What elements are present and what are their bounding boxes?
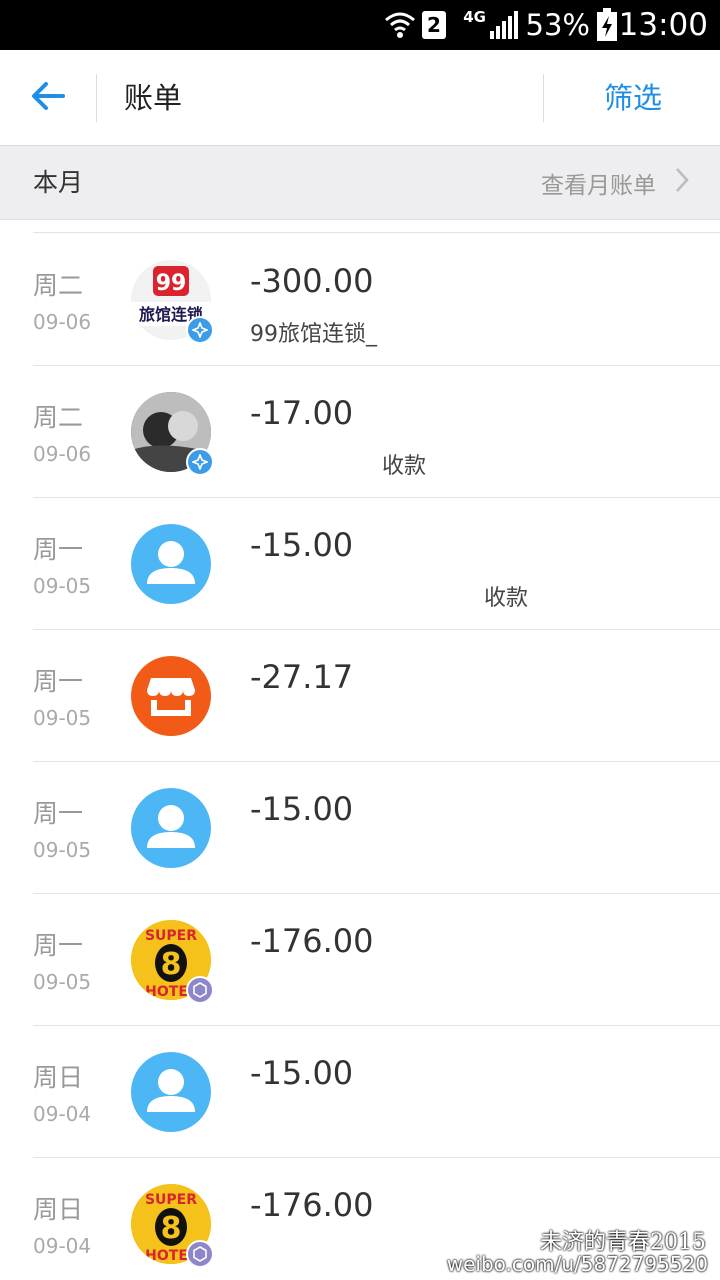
svg-text:SUPER: SUPER [145, 928, 197, 944]
svg-text:SUPER: SUPER [145, 1192, 197, 1208]
verified-badge-icon [186, 976, 214, 1004]
back-button[interactable] [0, 50, 96, 146]
transaction-description: 收款 [484, 586, 529, 611]
date-label: 09-06 [33, 310, 92, 334]
verified-badge-icon [186, 1240, 214, 1268]
header-divider [96, 74, 97, 122]
transaction-row[interactable]: 周日 09-04 -15.00 [0, 1026, 720, 1158]
weekday-label: 周二 [33, 271, 84, 300]
date-label: 09-04 [33, 1234, 92, 1258]
amount: -176.00 [250, 1186, 374, 1224]
battery-percent: 53% [525, 8, 590, 42]
verified-badge-icon [186, 316, 214, 344]
shop-store-avatar [131, 656, 211, 736]
weekday-label: 周二 [33, 403, 84, 432]
verified-badge-icon [186, 448, 214, 476]
arrow-left-icon [30, 81, 66, 115]
date-label: 09-06 [33, 442, 92, 466]
svg-text:8: 8 [161, 947, 182, 982]
date-label: 09-04 [33, 1102, 92, 1126]
default-person-avatar [131, 524, 211, 604]
weekday-label: 周一 [33, 931, 84, 960]
battery-charging-icon [596, 0, 618, 50]
amount: -17.00 [250, 394, 354, 432]
amount: -176.00 [250, 922, 374, 960]
transaction-row[interactable]: 周一 09-05 -27.17 [0, 630, 720, 762]
clock: 13:00 [618, 7, 708, 43]
amount: -15.00 [250, 1054, 354, 1092]
weibo-logo-icon [450, 1222, 490, 1254]
date-label: 09-05 [33, 706, 92, 730]
transaction-row[interactable]: 周二 09-06 99 旅馆连锁 -300.00 99旅馆连锁_ [0, 234, 720, 366]
transaction-list: 周二 09-06 99 旅馆连锁 -300.00 99旅馆连锁_ 周二 09-0… [0, 220, 720, 1280]
page-title: 账单 [124, 81, 183, 115]
amount: -15.00 [250, 526, 354, 564]
default-person-avatar [131, 1052, 211, 1132]
signal-icon [490, 0, 520, 50]
month-section-header: 本月 查看月账单 [0, 146, 720, 220]
svg-text:99: 99 [156, 271, 187, 296]
transaction-row[interactable]: 周一 09-05 -15.00 [0, 762, 720, 894]
transaction-description: 99旅馆连锁_ [250, 322, 377, 347]
weekday-label: 周日 [33, 1063, 84, 1092]
transaction-row[interactable]: 周一 09-05 SUPER 8 HOTEL -176.00 [0, 894, 720, 1026]
chevron-right-icon [674, 166, 690, 200]
weibo-watermark: 未济的青春2015 weibo.com/u/5872795520 [412, 1212, 712, 1276]
weekday-label: 周一 [33, 667, 84, 696]
weekday-label: 周日 [33, 1195, 84, 1224]
date-label: 09-05 [33, 574, 92, 598]
filter-button[interactable]: 筛选 [604, 50, 662, 146]
view-monthly-bill-link[interactable]: 查看月账单 [541, 146, 690, 220]
amount: -15.00 [250, 790, 354, 828]
transaction-row[interactable]: 周一 09-05 -15.00 收款 [0, 498, 720, 630]
transaction-row[interactable]: 周二 09-06 -17.00 收款 [0, 366, 720, 498]
sim-slot-badge: 2 [422, 11, 446, 39]
wifi-icon [384, 0, 416, 50]
amount: -27.17 [250, 658, 354, 696]
header-divider [543, 74, 544, 122]
watermark-url: weibo.com/u/5872795520 [446, 1252, 708, 1276]
date-label: 09-05 [33, 970, 92, 994]
status-bar: 2 4G 53% 13:00 [0, 0, 720, 50]
month-label: 本月 [33, 168, 84, 197]
view-monthly-bill-label: 查看月账单 [541, 173, 656, 199]
default-person-avatar [131, 788, 211, 868]
weekday-label: 周一 [33, 535, 84, 564]
transaction-description: 收款 [382, 454, 427, 479]
svg-text:8: 8 [161, 1211, 182, 1246]
weekday-label: 周一 [33, 799, 84, 828]
amount: -300.00 [250, 262, 374, 300]
date-label: 09-05 [33, 838, 92, 862]
network-type: 4G [463, 8, 486, 26]
top-app-bar: 账单 筛选 [0, 50, 720, 146]
list-divider [33, 232, 720, 233]
